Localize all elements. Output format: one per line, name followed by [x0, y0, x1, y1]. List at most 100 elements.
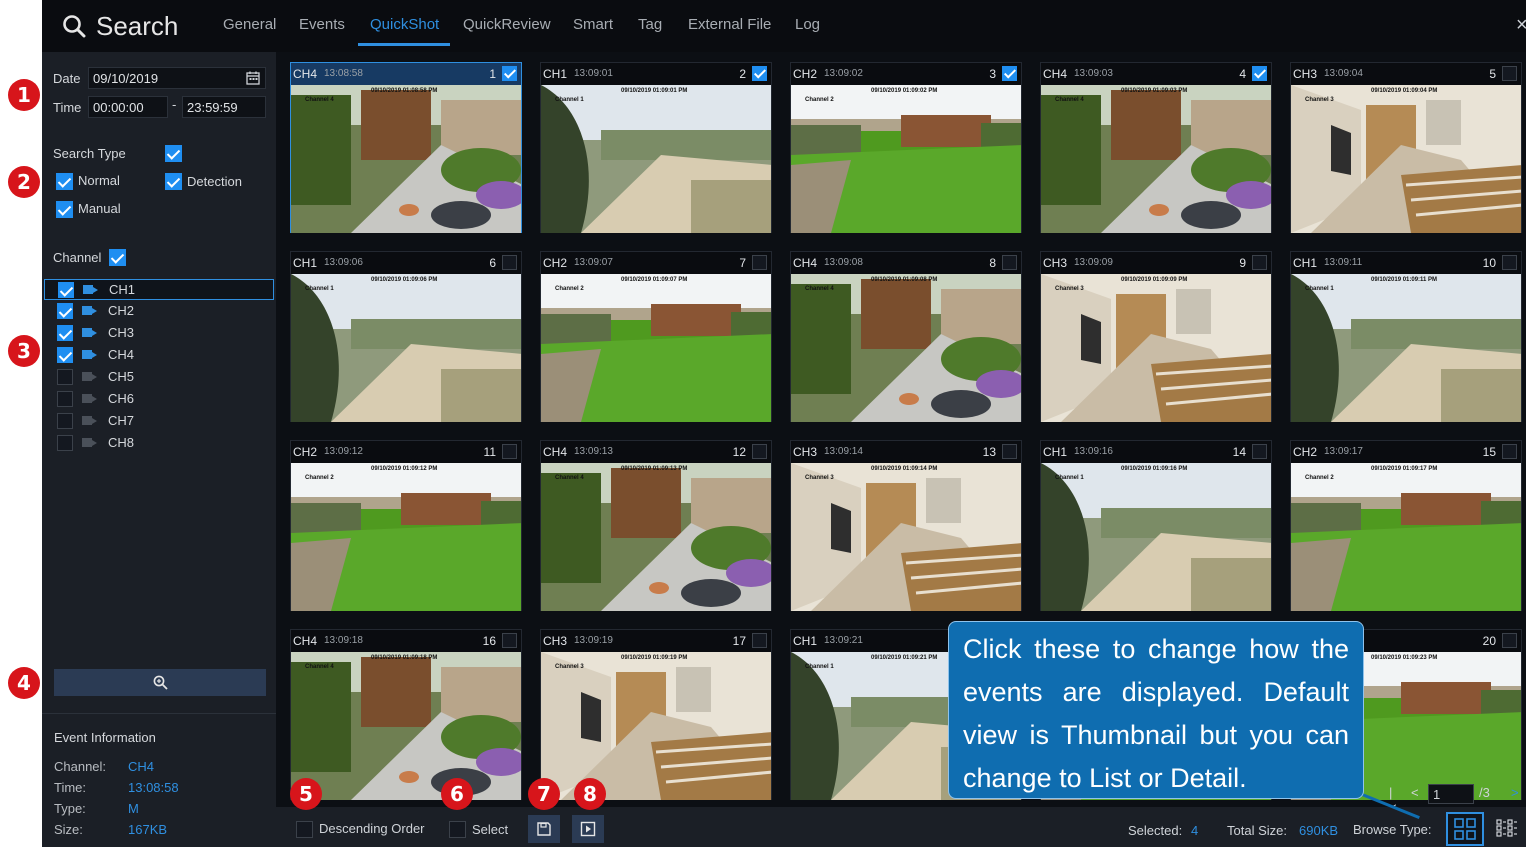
thumbnail-header: CH4 13:09:08 8 [791, 252, 1021, 274]
date-field[interactable]: 09/10/2019 [88, 67, 266, 89]
channel-item-ch3[interactable]: CH3 [44, 323, 274, 344]
thumbnail-tile[interactable]: CH2 13:09:07 7 09/10/2019 01:09:07 PM Ch… [540, 251, 772, 422]
prev-page-icon[interactable]: < [1411, 785, 1419, 800]
thumbnail-checkbox[interactable] [502, 66, 517, 81]
channel-item-ch2[interactable]: CH2 [44, 301, 274, 322]
thumbnail-image[interactable]: 09/10/2019 01:09:07 PM Channel 2 [541, 274, 771, 422]
channel-checkbox[interactable] [57, 413, 73, 429]
thumbnail-tile[interactable]: CH3 13:09:14 13 09/10/2019 01:09:14 PM C… [790, 440, 1022, 611]
tab-events[interactable]: Events [299, 16, 345, 33]
tab-quickshot[interactable]: QuickShot [370, 16, 439, 33]
channel-checkbox[interactable] [57, 391, 73, 407]
thumbnail-checkbox[interactable] [1502, 633, 1517, 648]
thumbnail-image[interactable]: 09/10/2019 01:09:11 PM Channel 1 [1291, 274, 1521, 422]
thumbnail-tile[interactable]: CH2 13:09:12 11 09/10/2019 01:09:12 PM C… [290, 440, 522, 611]
thumbnail-tile[interactable]: CH3 13:09:19 17 09/10/2019 01:09:19 PM C… [540, 629, 772, 800]
thumbnail-image[interactable]: 09/10/2019 01:09:02 PM Channel 2 [791, 85, 1021, 233]
thumbnail-checkbox[interactable] [502, 255, 517, 270]
channel-checkbox[interactable] [58, 282, 74, 298]
tab-smart[interactable]: Smart [573, 16, 613, 33]
thumbnail-image[interactable]: 09/10/2019 01:09:12 PM Channel 2 [291, 463, 521, 611]
thumbnail-checkbox[interactable] [502, 633, 517, 648]
channel-item-ch6[interactable]: CH6 [44, 389, 274, 410]
thumbnail-image[interactable]: 09/10/2019 01:09:01 PM Channel 1 [541, 85, 771, 233]
thumbnail-image[interactable]: 09/10/2019 01:09:09 PM Channel 3 [1041, 274, 1271, 422]
thumbnail-image[interactable]: 09/10/2019 01:09:13 PM Channel 4 [541, 463, 771, 611]
thumbnail-header: CH1 13:09:06 6 [291, 252, 521, 274]
detail-view-button[interactable] [1496, 817, 1518, 839]
channel-checkbox[interactable] [57, 369, 73, 385]
save-icon [537, 822, 551, 836]
total-size-value: 690KB [1299, 823, 1339, 838]
thumbnail-image[interactable]: 09/10/2019 01:09:03 PM Channel 4 [1041, 85, 1271, 233]
channel-checkbox[interactable] [57, 303, 73, 319]
thumbnail-tile[interactable]: CH2 13:09:17 15 09/10/2019 01:09:17 PM C… [1290, 440, 1522, 611]
save-button[interactable] [528, 815, 560, 843]
thumbnail-checkbox[interactable] [1252, 255, 1267, 270]
detection-checkbox[interactable] [165, 173, 182, 190]
thumbnail-checkbox[interactable] [1252, 444, 1267, 459]
thumbnail-view-button[interactable] [1446, 812, 1484, 846]
tab-quickreview[interactable]: QuickReview [463, 16, 551, 33]
thumbnail-tile[interactable]: CH4 13:08:58 1 09/10/2019 01:08:58 PM Ch… [290, 62, 522, 233]
thumbnail-tile[interactable]: CH3 13:09:09 9 09/10/2019 01:09:09 PM Ch… [1040, 251, 1272, 422]
thumbnail-image[interactable]: 09/10/2019 01:08:58 PM Channel 4 [291, 85, 521, 233]
channel-item-ch5[interactable]: CH5 [44, 367, 274, 388]
next-page-icon[interactable]: > [1511, 785, 1519, 800]
thumbnail-checkbox[interactable] [1002, 444, 1017, 459]
channel-item-ch7[interactable]: CH7 [44, 411, 274, 432]
thumbnail-image[interactable]: 09/10/2019 01:09:19 PM Channel 3 [541, 652, 771, 800]
start-time-field[interactable]: 00:00:00 [88, 96, 168, 118]
tab-tag[interactable]: Tag [638, 16, 662, 33]
thumbnail-image[interactable]: 09/10/2019 01:09:14 PM Channel 3 [791, 463, 1021, 611]
thumbnail-image[interactable]: 09/10/2019 01:09:16 PM Channel 1 [1041, 463, 1271, 611]
channel-checkbox[interactable] [57, 325, 73, 341]
thumbnail-checkbox[interactable] [1502, 255, 1517, 270]
channel-checkbox[interactable] [57, 435, 73, 451]
thumbnail-tile[interactable]: CH4 13:09:08 8 09/10/2019 01:09:08 PM Ch… [790, 251, 1022, 422]
channel-checkbox[interactable] [57, 347, 73, 363]
channel-item-ch8[interactable]: CH8 [44, 433, 274, 454]
close-icon[interactable]: × [1516, 14, 1526, 37]
thumbnail-tile[interactable]: CH1 13:09:06 6 09/10/2019 01:09:06 PM Ch… [290, 251, 522, 422]
channel-item-ch1[interactable]: CH1 [44, 279, 274, 300]
thumbnail-checkbox[interactable] [752, 444, 767, 459]
thumbnail-tile[interactable]: CH1 13:09:01 2 09/10/2019 01:09:01 PM Ch… [540, 62, 772, 233]
thumbnail-tile[interactable]: CH4 13:09:13 12 09/10/2019 01:09:13 PM C… [540, 440, 772, 611]
select-all-checkbox[interactable] [449, 821, 466, 838]
thumbnail-checkbox[interactable] [502, 444, 517, 459]
thumbnail-checkbox[interactable] [1002, 255, 1017, 270]
thumbnail-tile[interactable]: CH1 13:09:11 10 09/10/2019 01:09:11 PM C… [1290, 251, 1522, 422]
thumbnail-checkbox[interactable] [752, 255, 767, 270]
thumbnail-image[interactable]: 09/10/2019 01:09:18 PM Channel 4 [291, 652, 521, 800]
thumbnail-tile[interactable]: CH1 13:09:16 14 09/10/2019 01:09:16 PM C… [1040, 440, 1272, 611]
tab-external-file[interactable]: External File [688, 16, 771, 33]
thumbnail-tile[interactable]: CH4 13:09:03 4 09/10/2019 01:09:03 PM Ch… [1040, 62, 1272, 233]
thumbnail-checkbox[interactable] [1502, 444, 1517, 459]
thumbnail-tile[interactable]: CH2 13:09:02 3 09/10/2019 01:09:02 PM Ch… [790, 62, 1022, 233]
page-input[interactable]: 1 [1428, 784, 1474, 804]
thumbnail-image[interactable]: 09/10/2019 01:09:08 PM Channel 4 [791, 274, 1021, 422]
channel-item-ch4[interactable]: CH4 [44, 345, 274, 366]
thumbnail-checkbox[interactable] [1002, 66, 1017, 81]
thumbnail-checkbox[interactable] [752, 66, 767, 81]
tab-general[interactable]: General [223, 16, 276, 33]
manual-checkbox[interactable] [56, 201, 73, 218]
thumbnail-checkbox[interactable] [1502, 66, 1517, 81]
thumbnail-image[interactable]: 09/10/2019 01:09:04 PM Channel 3 [1291, 85, 1521, 233]
search-button[interactable] [54, 669, 266, 696]
descending-order-checkbox[interactable] [296, 821, 313, 838]
end-time-field[interactable]: 23:59:59 [182, 96, 266, 118]
thumbnail-image[interactable]: 09/10/2019 01:09:17 PM Channel 2 [1291, 463, 1521, 611]
thumbnail-checkbox[interactable] [1252, 66, 1267, 81]
search-type-all-checkbox[interactable] [165, 145, 182, 162]
play-button[interactable] [572, 815, 604, 843]
thumbnail-image[interactable]: 09/10/2019 01:09:06 PM Channel 1 [291, 274, 521, 422]
calendar-icon[interactable] [246, 71, 260, 85]
tab-log[interactable]: Log [795, 16, 820, 33]
normal-checkbox[interactable] [56, 173, 73, 190]
channel-all-checkbox[interactable] [109, 249, 126, 266]
thumbnail-tile[interactable]: CH4 13:09:18 16 09/10/2019 01:09:18 PM C… [290, 629, 522, 800]
thumbnail-tile[interactable]: CH3 13:09:04 5 09/10/2019 01:09:04 PM Ch… [1290, 62, 1522, 233]
thumbnail-checkbox[interactable] [752, 633, 767, 648]
